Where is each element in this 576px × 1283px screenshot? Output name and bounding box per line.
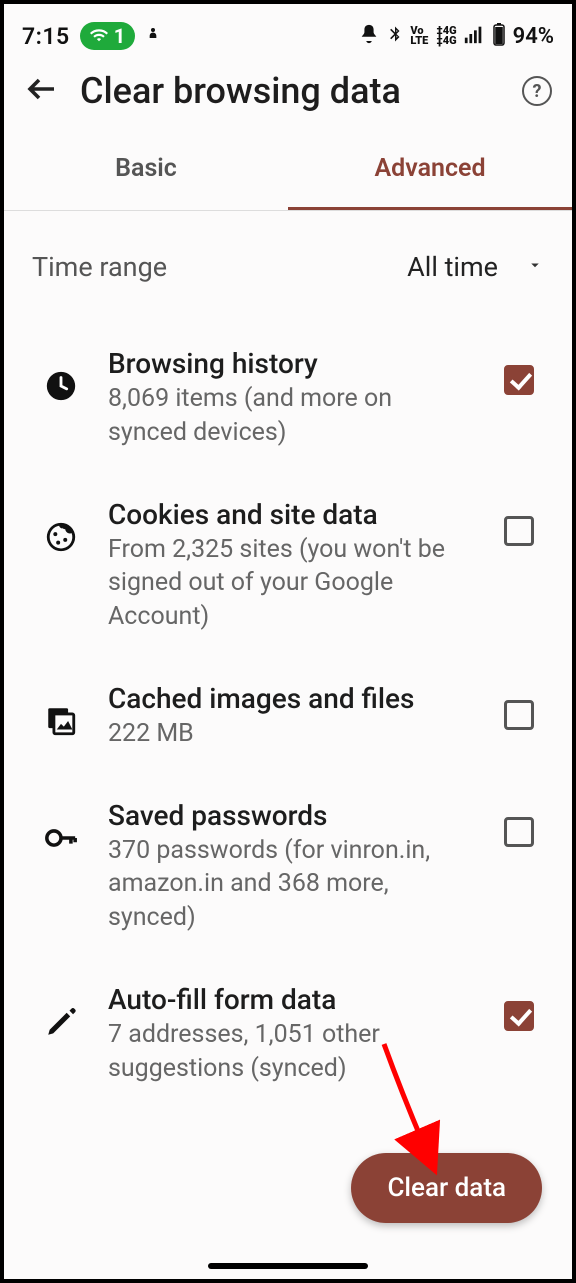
checkbox-browsing-history[interactable] (504, 365, 534, 395)
tabs: Basic Advanced (4, 130, 572, 211)
checkbox-cached[interactable] (504, 700, 534, 730)
tab-basic[interactable]: Basic (4, 130, 288, 210)
help-button[interactable]: ? (522, 76, 552, 106)
row-autofill[interactable]: Auto-fill form data 7 addresses, 1,051 o… (4, 959, 572, 1110)
wifi-icon (90, 27, 108, 45)
row-subtitle: 8,069 items (and more on synced devices) (108, 382, 476, 450)
clock-icon (44, 369, 78, 403)
clear-data-button[interactable]: Clear data (351, 1153, 542, 1223)
volte-icon: VoLTE (410, 26, 428, 46)
options-list: Browsing history 8,069 items (and more o… (4, 323, 572, 1109)
row-title: Saved passwords (108, 799, 476, 832)
signal-icon (463, 23, 485, 49)
bluetooth-icon (386, 23, 404, 49)
checkbox-passwords[interactable] (504, 817, 534, 847)
row-subtitle: 222 MB (108, 717, 476, 751)
time-range-row[interactable]: Time range All time (4, 211, 572, 323)
nav-handle[interactable] (208, 1263, 368, 1269)
row-title: Cached images and files (108, 682, 476, 715)
checkbox-autofill[interactable] (504, 1001, 534, 1031)
time-range-value: All time (407, 251, 498, 283)
key-icon (44, 821, 78, 855)
tab-advanced[interactable]: Advanced (288, 130, 572, 210)
chevron-down-icon (526, 256, 544, 278)
battery-percent: 94% (513, 24, 554, 49)
row-subtitle: 7 addresses, 1,051 other suggestions (sy… (108, 1018, 476, 1086)
pencil-icon (44, 1005, 78, 1039)
battery-icon (491, 22, 507, 50)
row-cached[interactable]: Cached images and files 222 MB (4, 658, 572, 775)
network-icon: ‡4G‡4G (436, 26, 456, 46)
status-time: 7:15 (22, 23, 70, 50)
wifi-count: 1 (114, 24, 125, 48)
arrow-left-icon (24, 71, 60, 107)
row-passwords[interactable]: Saved passwords 370 passwords (for vinro… (4, 775, 572, 959)
cookie-icon (44, 520, 78, 554)
wifi-pill: 1 (80, 22, 135, 50)
row-cookies[interactable]: Cookies and site data From 2,325 sites (… (4, 474, 572, 658)
page-title: Clear browsing data (80, 70, 502, 112)
row-title: Browsing history (108, 347, 476, 380)
row-title: Auto-fill form data (108, 983, 476, 1016)
row-subtitle: From 2,325 sites (you won't be signed ou… (108, 533, 476, 634)
status-bar: 7:15 1 VoLTE ‡4G‡4G 94% (4, 4, 572, 60)
mute-icon (358, 23, 380, 49)
row-subtitle: 370 passwords (for vinron.in, amazon.in … (108, 834, 476, 935)
back-button[interactable] (24, 71, 60, 111)
checkbox-cookies[interactable] (504, 516, 534, 546)
hotspot-icon (145, 24, 161, 49)
app-bar: Clear browsing data ? (4, 60, 572, 130)
row-browsing-history[interactable]: Browsing history 8,069 items (and more o… (4, 323, 572, 474)
row-title: Cookies and site data (108, 498, 476, 531)
time-range-label: Time range (32, 251, 407, 283)
image-icon (44, 704, 78, 738)
